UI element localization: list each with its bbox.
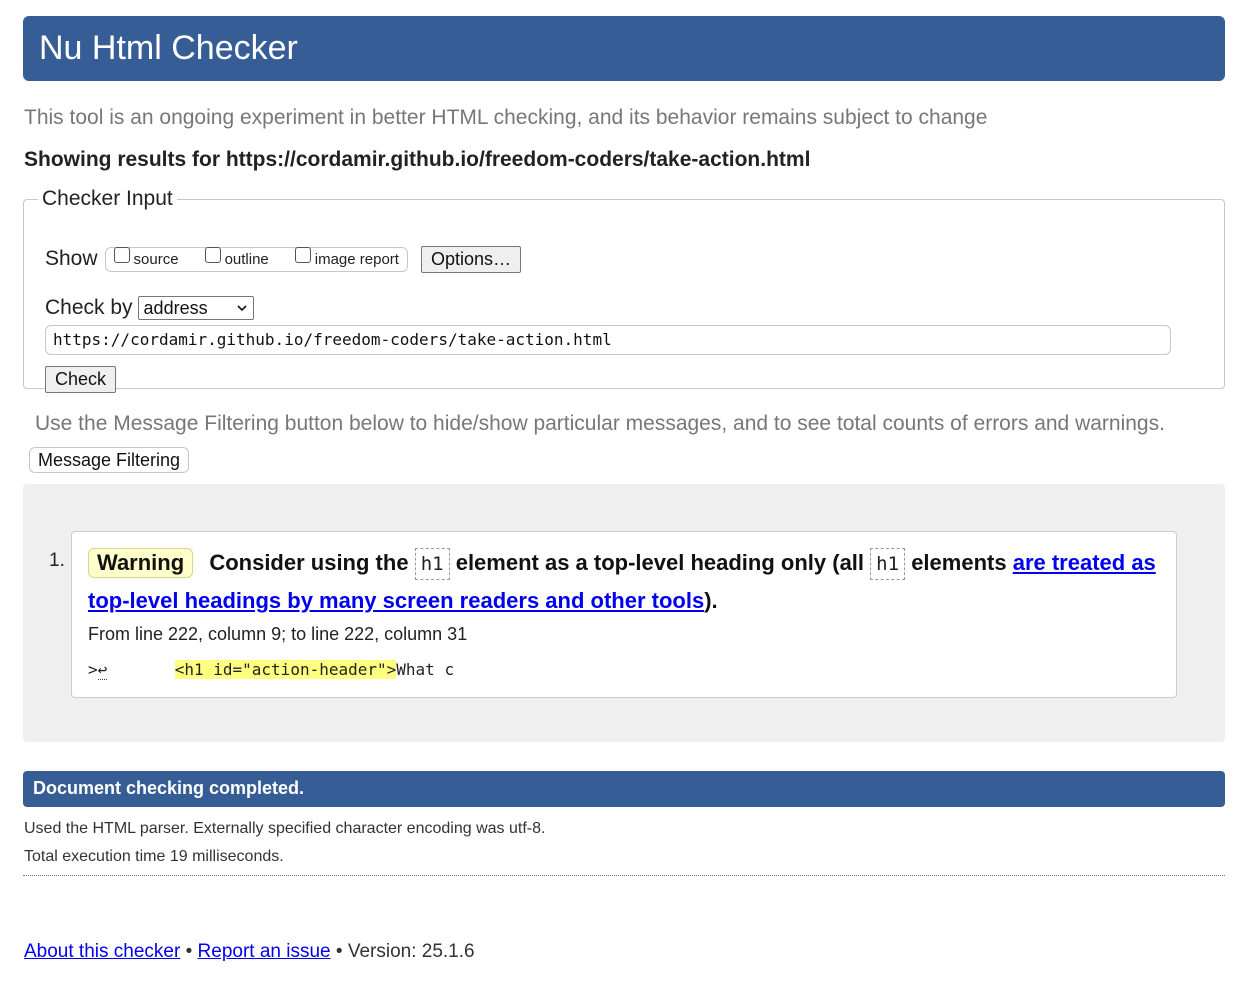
extract-suffix: What c — [396, 660, 455, 679]
source-checkbox[interactable] — [113, 247, 130, 263]
extract-prefix: > — [88, 660, 98, 679]
checker-input-legend: Checker Input — [42, 187, 173, 210]
version-text: Version: 25.1.6 — [347, 941, 475, 962]
report-issue-link[interactable]: Report an issue — [198, 941, 331, 962]
check-by-row: Check by address — [45, 296, 254, 320]
show-label: Show — [45, 247, 98, 270]
footer-bullet: • — [185, 941, 193, 962]
footer: About this checker • Report an issue • V… — [24, 941, 475, 963]
screen-readers-link-part1: are treated as — [1012, 550, 1156, 575]
check-by-value: address — [143, 297, 208, 318]
code-h1: h1 — [414, 548, 450, 580]
message-item: Warning Consider using the h1 element as… — [71, 531, 1177, 698]
warning-badge: Warning — [88, 548, 194, 578]
code-h1-second: h1 — [870, 548, 906, 580]
url-input[interactable]: https://cordamir.github.io/freedom-coder… — [45, 325, 1171, 355]
messages-panel: 1. Warning Consider using the h1 element… — [23, 484, 1225, 742]
show-source-option[interactable]: source — [113, 247, 179, 268]
extract-spacing — [107, 660, 174, 679]
code-extract: >↩ <h1 id="action-header">What c — [88, 659, 454, 681]
completion-banner: Document checking completed. — [23, 771, 1225, 807]
results-heading: Showing results for https://cordamir.git… — [24, 148, 811, 171]
check-by-select[interactable]: address — [137, 296, 254, 320]
message-text-mid: element as a top-level heading only (all — [455, 550, 865, 575]
message-filtering-button[interactable]: Message Filtering — [29, 447, 190, 473]
about-link[interactable]: About this checker — [24, 941, 180, 962]
image-report-checkbox[interactable] — [294, 247, 311, 263]
message-text: Warning Consider using the h1 element as… — [88, 544, 1168, 620]
parser-info: Used the HTML parser. Externally specifi… — [24, 820, 546, 837]
check-by-label: Check by — [45, 296, 133, 319]
show-outline-option[interactable]: outline — [204, 247, 269, 268]
check-button[interactable]: Check — [45, 366, 117, 393]
outline-option-label: outline — [224, 250, 269, 268]
message-location: From line 222, column 9; to line 222, co… — [88, 624, 468, 644]
message-number: 1. — [49, 550, 65, 571]
extract-highlight: <h1 id="action-header"> — [174, 660, 397, 679]
filter-note: Use the Message Filtering button below t… — [35, 412, 1165, 435]
checker-input-fieldset: Checker Input Show source outline image … — [23, 187, 1225, 393]
source-option-label: source — [133, 250, 179, 268]
intro-text: This tool is an ongoing experiment in be… — [24, 106, 988, 129]
execution-time: Total execution time 19 milliseconds. — [24, 848, 284, 865]
show-options-row: Show source outline image report Options… — [45, 244, 522, 274]
show-image-report-option[interactable]: image report — [294, 247, 399, 268]
message-text-before: Consider using the — [209, 550, 409, 575]
message-text-after: elements — [911, 550, 1007, 575]
message-text-end: ). — [704, 588, 718, 613]
screen-readers-link-part2: top-level headings by many screen reader… — [88, 588, 705, 613]
show-options-group: source outline image report — [104, 246, 408, 272]
line-feed-icon: ↩ — [97, 660, 108, 680]
options-button[interactable]: Options… — [420, 245, 522, 273]
image-report-option-label: image report — [314, 250, 399, 268]
footer-bullet-2: • — [335, 941, 343, 962]
outline-checkbox[interactable] — [204, 247, 221, 263]
completion-text: Document checking completed. — [33, 778, 305, 798]
chevron-down-icon — [236, 305, 247, 312]
divider — [23, 875, 1225, 876]
app-title: Nu Html Checker — [39, 29, 298, 67]
app-header: Nu Html Checker — [23, 16, 1225, 81]
